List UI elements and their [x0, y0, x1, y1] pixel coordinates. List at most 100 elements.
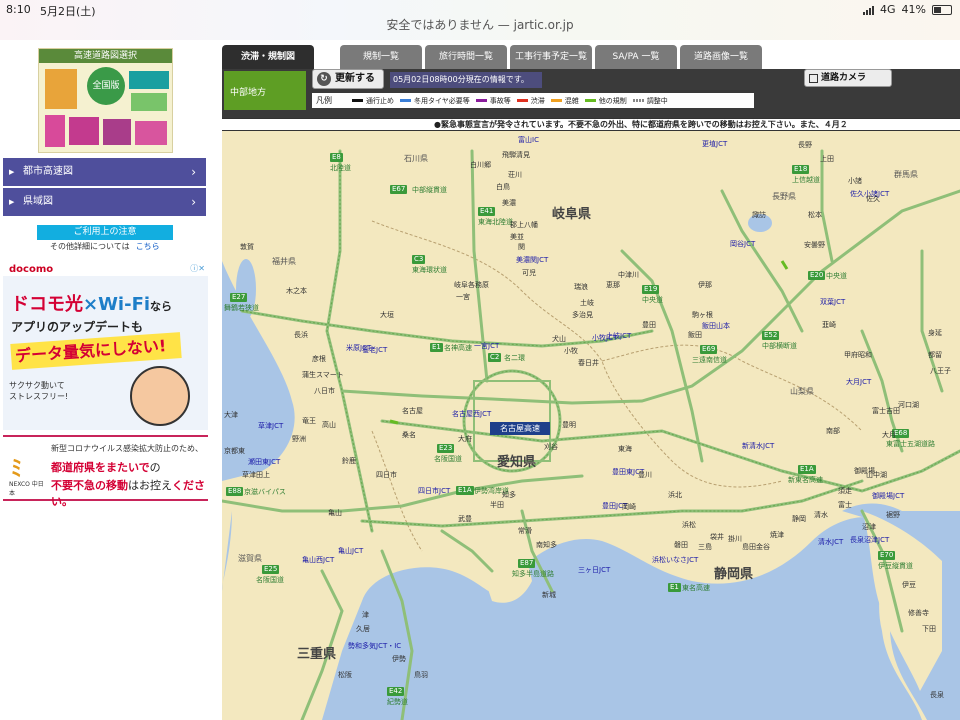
route-badge[interactable]: C3 [412, 255, 426, 264]
place-label[interactable]: 沼津 [862, 523, 876, 531]
address-bar[interactable]: 安全ではありません — jartic.or.jp [0, 16, 960, 33]
tab-travel-time[interactable]: 旅行時間一覧 [425, 45, 507, 69]
road-camera-button[interactable]: 道路カメラ [804, 69, 892, 87]
ad-close-icon[interactable]: ⓘ✕ [190, 263, 205, 274]
jct-label[interactable]: 四日市JCT [418, 486, 450, 496]
jct-label[interactable]: 美濃関JCT [516, 255, 548, 265]
refresh-button[interactable]: ↻ 更新する [312, 69, 384, 89]
place-label[interactable]: 韮崎 [822, 321, 836, 329]
place-label[interactable]: 三島 [698, 543, 712, 551]
jct-label[interactable]: 養老JCT [362, 345, 387, 355]
place-label[interactable]: 草津田上 [242, 471, 270, 479]
place-label[interactable]: 松本 [808, 211, 822, 219]
place-label[interactable]: 白川郷 [470, 161, 491, 169]
place-label[interactable]: 長浜 [294, 331, 308, 339]
route-badge[interactable]: E41 [478, 207, 496, 216]
place-label[interactable]: 小牧 [564, 347, 578, 355]
place-label[interactable]: 長野 [798, 141, 812, 149]
place-label[interactable]: 高山 [322, 421, 336, 429]
jct-label[interactable]: 三ヶ日JCT [578, 565, 610, 575]
place-label[interactable]: 大垣 [380, 311, 394, 319]
map-selector-logo[interactable]: 高速道路図選択 全国版 [38, 48, 173, 153]
route-badge[interactable]: E18 [792, 165, 810, 174]
route-badge[interactable]: E87 [518, 559, 536, 568]
place-label[interactable]: 可児 [522, 269, 536, 277]
place-label[interactable]: 岡崎 [622, 503, 636, 511]
place-label[interactable]: 京都東 [224, 447, 245, 455]
place-label[interactable]: 伊那 [698, 281, 712, 289]
route-badge[interactable]: E27 [230, 293, 248, 302]
place-label[interactable]: 四日市 [376, 471, 397, 479]
jct-label[interactable]: 瀬田東JCT [248, 457, 280, 467]
place-label[interactable]: 掛川 [728, 535, 742, 543]
jct-label[interactable]: 富山IC [518, 135, 539, 145]
place-label[interactable]: 大府 [458, 435, 472, 443]
route-badge[interactable]: E69 [700, 345, 718, 354]
route-badge[interactable]: E67 [390, 185, 408, 194]
jct-label[interactable]: 岡谷JCT [730, 239, 755, 249]
jct-label[interactable]: 御殿場JCT [872, 491, 904, 501]
traffic-map[interactable]: 岐阜県 愛知県 静岡県 三重県 石川県 長野県 山梨県 群馬県 滋賀県 福井県 … [222, 131, 960, 720]
place-label[interactable]: 袋井 [710, 533, 724, 541]
place-label[interactable]: 亀山 [328, 509, 342, 517]
place-label[interactable]: 松阪 [338, 671, 352, 679]
place-label[interactable]: 敦賀 [240, 243, 254, 251]
place-label[interactable]: 小諸 [848, 177, 862, 185]
route-badge[interactable]: E52 [762, 331, 780, 340]
place-label[interactable]: 土岐 [580, 299, 594, 307]
jct-label[interactable]: 草津JCT [258, 421, 283, 431]
place-label[interactable]: 豊田 [642, 321, 656, 329]
route-badge[interactable]: E8 [330, 153, 343, 162]
jct-label[interactable]: 長泉沼津JCT [850, 535, 889, 545]
place-label[interactable]: 飛騨清見 [502, 151, 530, 159]
place-label[interactable]: 静岡 [792, 515, 806, 523]
nexco-banner[interactable]: ﾐ NEXCO 中日本 新型コロナウイルス感染拡大防止のため、 都道府県をまたいで… [3, 435, 208, 508]
place-label[interactable]: 伊勢 [392, 655, 406, 663]
place-label[interactable]: 竜王 [302, 417, 316, 425]
advertisement[interactable]: docomo ⓘ✕ ドコモ光×Wi-Fiなら アプリのアップデートも データ量気… [3, 262, 208, 430]
place-label[interactable]: 大月 [882, 431, 896, 439]
place-label[interactable]: 鈴鹿 [342, 457, 356, 465]
place-label[interactable]: 修善寺 [908, 609, 929, 617]
place-label[interactable]: 諏訪 [752, 211, 766, 219]
tab-sapa[interactable]: SA/PA 一覧 [595, 45, 677, 69]
place-label[interactable]: 桑名 [402, 431, 416, 439]
place-label[interactable]: 都留 [928, 351, 942, 359]
place-label[interactable]: 南部 [826, 427, 840, 435]
place-label[interactable]: 郡上八幡 [510, 221, 538, 229]
place-label[interactable]: 身延 [928, 329, 942, 337]
tab-regulation-list[interactable]: 規制一覧 [340, 45, 422, 69]
place-label[interactable]: 春日井 [578, 359, 599, 367]
nagoya-expressway-label[interactable]: 名古屋高速 [490, 422, 550, 435]
route-badge[interactable]: E20 [808, 271, 826, 280]
jct-label[interactable]: 亀山西JCT [302, 555, 334, 565]
place-label[interactable]: 焼津 [770, 531, 784, 539]
place-label[interactable]: 半田 [490, 501, 504, 509]
detail-link[interactable]: こちら [136, 242, 160, 251]
place-label[interactable]: 甲府昭和 [844, 351, 872, 359]
place-label[interactable]: 八王子 [930, 367, 951, 375]
place-label[interactable]: 白鳥 [496, 183, 510, 191]
place-label[interactable]: 新城 [542, 591, 556, 599]
notice-button[interactable]: ご利用上の注意 [37, 225, 173, 240]
place-label[interactable]: 美濃 [502, 199, 516, 207]
place-label[interactable]: 八日市 [314, 387, 335, 395]
place-label[interactable]: 須走 [838, 487, 852, 495]
place-label[interactable]: 豊川 [638, 471, 652, 479]
place-label[interactable]: 野洲 [292, 435, 306, 443]
place-label[interactable]: 刈谷 [544, 443, 558, 451]
place-label[interactable]: 荘川 [508, 171, 522, 179]
place-label[interactable]: 浜北 [668, 491, 682, 499]
place-label[interactable]: 美並 [510, 233, 524, 241]
route-badge[interactable]: E25 [262, 565, 280, 574]
place-label[interactable]: 犬山 [552, 335, 566, 343]
place-label[interactable]: 津 [362, 611, 369, 619]
jct-label[interactable]: 双葉JCT [820, 297, 845, 307]
place-label[interactable]: 磐田 [674, 541, 688, 549]
jct-label[interactable]: 飯田山本 [702, 321, 730, 331]
jct-label[interactable]: 勢和多気JCT・IC [348, 641, 401, 651]
route-badge[interactable]: E19 [642, 285, 660, 294]
place-label[interactable]: 知多 [502, 491, 516, 499]
place-label[interactable]: 彦根 [312, 355, 326, 363]
tab-congestion-map[interactable]: 渋滞・規制図 [222, 45, 314, 69]
